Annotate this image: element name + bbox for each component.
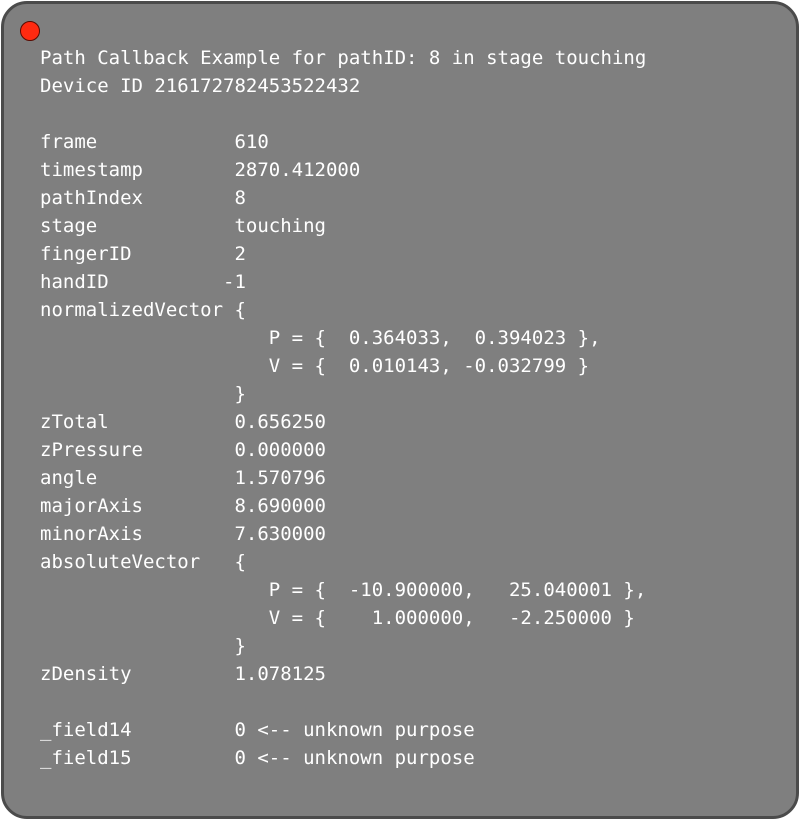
angle-line: angle 1.570796 (40, 467, 326, 489)
minor-axis-line: minorAxis 7.630000 (40, 523, 326, 545)
close-dot-icon[interactable] (20, 21, 40, 41)
title-line: Path Callback Example for pathID: 8 in s… (40, 47, 647, 69)
major-axis-line: majorAxis 8.690000 (40, 495, 326, 517)
timestamp-line: timestamp 2870.412000 (40, 159, 361, 181)
normalized-vector-close-line: } (40, 383, 246, 405)
field14-line: _field14 0 <-- unknown purpose (40, 719, 475, 741)
path-callback-text: Path Callback Example for pathID: 8 in s… (40, 44, 646, 772)
absolute-vector-open-line: absoluteVector { (40, 551, 246, 573)
frame-line: frame 610 (40, 131, 269, 153)
z-pressure-line: zPressure 0.000000 (40, 439, 326, 461)
hand-id-line: handID -1 (40, 271, 246, 293)
device-id-line: Device ID 216172782453522432 (40, 75, 361, 97)
path-index-line: pathIndex 8 (40, 187, 246, 209)
field15-line: _field15 0 <-- unknown purpose (40, 747, 475, 769)
absolute-vector-p-line: P = { -10.900000, 25.040001 }, (40, 579, 647, 601)
z-density-line: zDensity 1.078125 (40, 663, 326, 685)
normalized-vector-open-line: normalizedVector { (40, 299, 246, 321)
absolute-vector-v-line: V = { 1.000000, -2.250000 } (40, 607, 635, 629)
stage-line: stage touching (40, 215, 326, 237)
absolute-vector-close-line: } (40, 635, 246, 657)
callback-window: Path Callback Example for pathID: 8 in s… (1, 1, 799, 819)
normalized-vector-p-line: P = { 0.364033, 0.394023 }, (40, 327, 601, 349)
z-total-line: zTotal 0.656250 (40, 411, 326, 433)
normalized-vector-v-line: V = { 0.010143, -0.032799 } (40, 355, 590, 377)
finger-id-line: fingerID 2 (40, 243, 246, 265)
